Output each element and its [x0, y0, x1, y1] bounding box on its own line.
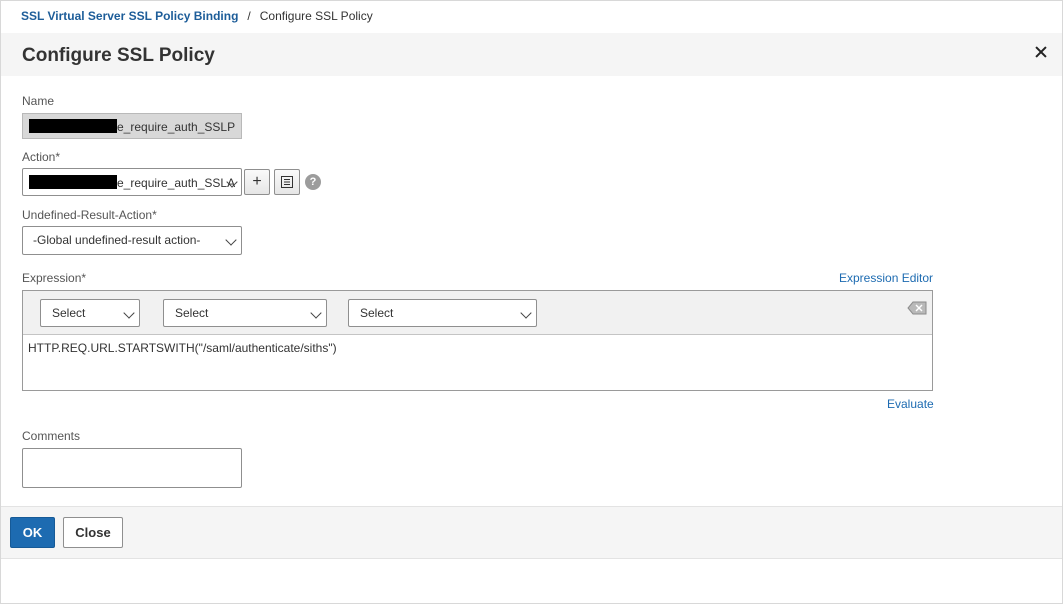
breadcrumb-separator: /: [247, 9, 251, 23]
expression-select-3-value: Select: [360, 306, 394, 320]
expression-select-2[interactable]: Select: [163, 299, 327, 327]
add-action-button[interactable]: +: [244, 169, 270, 195]
action-label: Action*: [22, 150, 61, 164]
breadcrumb-link-parent[interactable]: SSL Virtual Server SSL Policy Binding: [21, 9, 238, 23]
expression-textarea[interactable]: HTTP.REQ.URL.STARTSWITH("/saml/authentic…: [28, 341, 337, 355]
help-icon[interactable]: ?: [305, 174, 321, 190]
undefined-result-action-label: Undefined-Result-Action*: [22, 208, 157, 222]
undefined-result-action-value: -Global undefined-result action-: [33, 233, 201, 247]
plus-icon: +: [252, 173, 262, 190]
name-value-suffix: e_require_auth_SSLP: [117, 120, 236, 134]
list-icon: [281, 176, 293, 188]
chevron-down-icon: [310, 307, 322, 319]
action-value-suffix: e_require_auth_SSLA: [117, 176, 236, 190]
action-select[interactable]: e_require_auth_SSLA: [22, 168, 242, 196]
evaluate-link[interactable]: Evaluate: [887, 397, 934, 411]
comments-label: Comments: [22, 429, 81, 443]
breadcrumb: SSL Virtual Server SSL Policy Binding / Co…: [21, 9, 373, 23]
close-icon[interactable]: [1033, 44, 1049, 60]
expression-toolbar: Select Select Select: [23, 291, 932, 335]
undefined-result-action-select[interactable]: -Global undefined-result action-: [22, 226, 242, 255]
ok-button[interactable]: OK: [10, 517, 55, 548]
expression-select-2-value: Select: [175, 306, 209, 320]
edit-action-button[interactable]: [274, 169, 300, 195]
chevron-down-icon: [520, 307, 532, 319]
expression-box: Select Select Select HTTP.REQ.URL.STARTS…: [22, 290, 933, 391]
breadcrumb-current: Configure SSL Policy: [259, 9, 373, 23]
redacted-block: [29, 119, 117, 133]
expression-select-1[interactable]: Select: [40, 299, 140, 327]
name-field: e_require_auth_SSLP: [22, 113, 242, 139]
expression-label: Expression*: [22, 271, 87, 285]
dialog-footer: [1, 506, 1062, 559]
redacted-block: [29, 175, 117, 189]
clear-expression-icon[interactable]: [907, 301, 927, 315]
expression-select-3[interactable]: Select: [348, 299, 537, 327]
chevron-down-icon: [225, 234, 237, 246]
page-title: Configure SSL Policy: [22, 45, 215, 66]
close-button[interactable]: Close: [63, 517, 123, 548]
chevron-down-icon: [123, 307, 135, 319]
dialog-header: Configure SSL Policy: [1, 33, 1062, 76]
comments-field[interactable]: [22, 448, 242, 488]
expression-select-1-value: Select: [52, 306, 86, 320]
name-label: Name: [22, 94, 55, 108]
expression-editor-link[interactable]: Expression Editor: [839, 271, 933, 285]
